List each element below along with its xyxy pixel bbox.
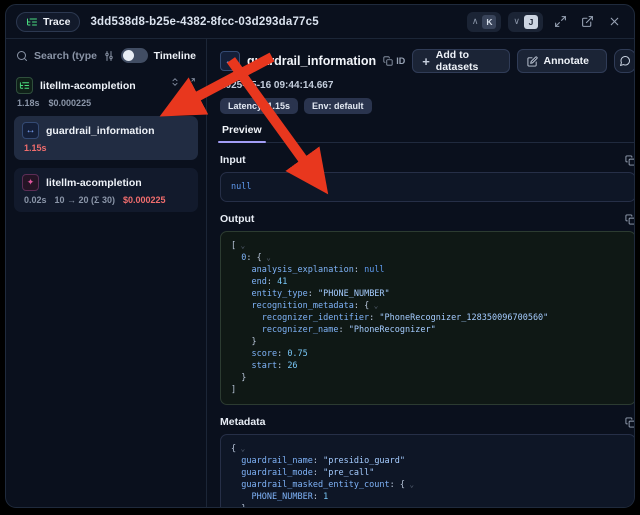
copy-icon: [625, 155, 635, 166]
trace-id: 3dd538d8-b25e-4382-8fcc-03d293da77c5: [90, 16, 318, 28]
copy-input-button[interactable]: [625, 155, 635, 166]
item-token-usage: 10 → 20 (Σ 30): [55, 195, 115, 205]
expand-button[interactable]: [550, 12, 570, 32]
open-in-new-button[interactable]: [577, 12, 597, 32]
pencil-square-icon: [527, 56, 538, 67]
metadata-section-label: Metadata: [220, 416, 266, 428]
trace-type-badge: Trace: [16, 12, 80, 32]
kbd-k: K: [482, 15, 496, 29]
item-latency: 0.02s: [24, 195, 47, 205]
comments-button[interactable]: [614, 49, 635, 73]
filter-sliders-icon[interactable]: [103, 50, 115, 62]
input-section-label: Input: [220, 154, 246, 166]
timeline-toggle[interactable]: [121, 48, 148, 63]
external-link-icon: [581, 15, 594, 28]
item-latency: 1.15s: [24, 143, 47, 153]
timeline-toggle-label: Timeline: [154, 50, 196, 62]
expand-all-icon[interactable]: [186, 77, 196, 87]
detail-tabs: Preview: [220, 124, 635, 143]
add-to-datasets-label: Add to datasets: [436, 49, 500, 73]
input-section: Input null: [220, 154, 635, 202]
trace-detail-window: Trace 3dd538d8-b25e-4382-8fcc-03d293da77…: [5, 4, 635, 508]
tree-root-label: litellm-acompletion: [40, 80, 136, 92]
list-tree-icon: [26, 16, 38, 28]
copy-metadata-button[interactable]: [625, 417, 635, 428]
annotate-label: Annotate: [544, 55, 590, 67]
add-to-datasets-button[interactable]: + Add to datasets: [412, 49, 509, 73]
latency-badge: Latency: 1.15s: [220, 98, 298, 114]
annotate-button[interactable]: Annotate: [518, 50, 599, 72]
chevron-up-icon: ∧: [472, 17, 479, 26]
copy-icon: [383, 56, 393, 66]
root-latency: 1.18s: [17, 98, 40, 108]
observation-title: guardrail_information: [247, 54, 376, 68]
generation-icon: ✦: [22, 174, 39, 191]
tree-item-label: litellm-acompletion: [46, 177, 142, 189]
copy-icon: [625, 214, 635, 225]
output-section-label: Output: [220, 213, 254, 225]
trace-badge-label: Trace: [43, 16, 70, 28]
span-icon: ↔: [220, 51, 240, 71]
output-section: Output [ ⌄ 0: { ⌄ analysis_explanation: …: [220, 213, 635, 405]
annotate-split-button: Annotate: [517, 49, 607, 73]
collapse-all-icon[interactable]: [170, 77, 180, 87]
chevron-down-icon: ∨: [513, 17, 520, 26]
maximize-icon: [554, 15, 567, 28]
close-icon: [608, 15, 621, 28]
observation-tree: litellm-acompletion 1.18s $0.000225 ↔ gu…: [14, 77, 198, 212]
search-input[interactable]: [34, 50, 97, 62]
annotate-dropdown-button[interactable]: [598, 50, 607, 72]
chevron-down-icon: [605, 56, 607, 66]
trace-icon: [16, 77, 33, 94]
env-badge: Env: default: [304, 98, 372, 114]
close-button[interactable]: [604, 12, 624, 32]
next-observation-button[interactable]: ∨ J: [508, 12, 543, 32]
input-code-block[interactable]: null: [220, 172, 635, 202]
output-code-block[interactable]: [ ⌄ 0: { ⌄ analysis_explanation: null en…: [220, 231, 635, 405]
copy-id-button[interactable]: ID: [383, 56, 405, 66]
tree-item-guardrail-information[interactable]: ↔ guardrail_information 1.15s: [14, 116, 198, 160]
item-cost: $0.000225: [123, 195, 166, 205]
span-icon: ↔: [22, 122, 39, 139]
comment-bubble-icon: [619, 55, 631, 67]
root-cost: $0.000225: [49, 98, 92, 108]
metadata-section: Metadata { ⌄ guardrail_name: "presidio_g…: [220, 416, 635, 508]
trace-tree-sidebar: Timeline: [6, 39, 207, 507]
id-label: ID: [396, 56, 405, 66]
tree-item-litellm-acompletion[interactable]: ✦ litellm-acompletion 0.02s 10 → 20 (Σ 3…: [14, 168, 198, 212]
metadata-code-block[interactable]: { ⌄ guardrail_name: "presidio_guard" gua…: [220, 434, 635, 508]
prev-observation-button[interactable]: ∧ K: [467, 12, 502, 32]
tab-preview[interactable]: Preview: [220, 124, 264, 142]
copy-output-button[interactable]: [625, 214, 635, 225]
tree-item-label: guardrail_information: [46, 125, 155, 137]
search-icon: [16, 50, 28, 62]
kbd-j: J: [524, 15, 538, 29]
topbar: Trace 3dd538d8-b25e-4382-8fcc-03d293da77…: [6, 5, 634, 39]
observation-timestamp: 2025-05-16 09:44:14.667: [220, 80, 635, 91]
observation-detail-panel: ↔ guardrail_information ID + Add to data…: [207, 39, 635, 507]
plus-icon: +: [422, 55, 430, 68]
copy-icon: [625, 417, 635, 428]
